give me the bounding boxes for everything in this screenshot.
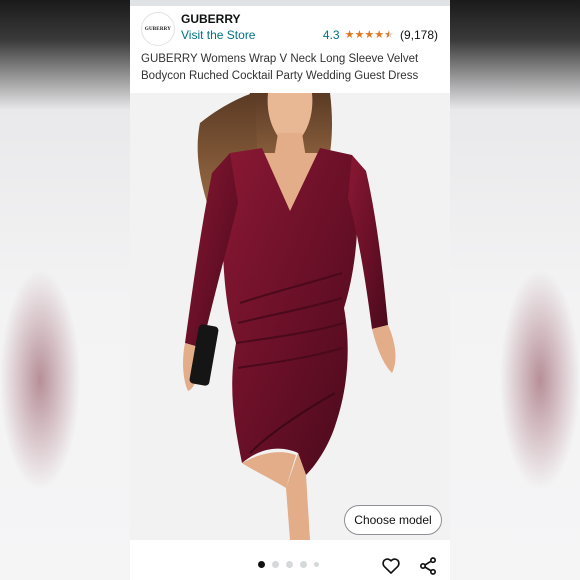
- heart-icon[interactable]: [381, 556, 401, 576]
- product-image[interactable]: Choose model: [130, 93, 450, 540]
- star-icon: ★: [344, 28, 355, 41]
- pagination-dot-4[interactable]: [300, 561, 307, 568]
- brand-logo[interactable]: GUBERRY: [141, 12, 175, 46]
- brand-logo-text: GUBERRY: [144, 26, 172, 32]
- share-icon[interactable]: [418, 556, 438, 576]
- product-title: GUBERRY Womens Wrap V Neck Long Sleeve V…: [141, 53, 419, 82]
- brand-row: GUBERRY GUBERRY Visit the Store 4.3 ★ ★ …: [130, 6, 450, 46]
- pagination-dot-2[interactable]: [272, 561, 279, 568]
- pagination-dot-5[interactable]: [314, 562, 319, 567]
- pagination-dot-3[interactable]: [286, 561, 293, 568]
- rating-count: (9,178): [399, 28, 438, 42]
- star-icon: ★: [364, 28, 375, 41]
- product-page: GUBERRY GUBERRY Visit the Store 4.3 ★ ★ …: [130, 0, 450, 580]
- model-photo: [183, 93, 396, 540]
- image-pagination: [258, 561, 319, 568]
- star-rating: ★ ★ ★ ★ ★: [344, 28, 394, 41]
- star-icon: ★: [374, 28, 385, 41]
- pagination-dot-1[interactable]: [258, 561, 265, 568]
- rating-summary[interactable]: 4.3 ★ ★ ★ ★ ★ (9,178): [323, 28, 438, 42]
- star-icon: ★: [354, 28, 365, 41]
- half-star-icon: ★: [384, 29, 394, 41]
- rating-score: 4.3: [322, 28, 340, 42]
- gallery-controls: [130, 548, 450, 580]
- brand-name: GUBERRY: [181, 12, 241, 26]
- visit-store-link[interactable]: Visit the Store: [181, 28, 255, 42]
- choose-model-button[interactable]: Choose model: [344, 505, 442, 535]
